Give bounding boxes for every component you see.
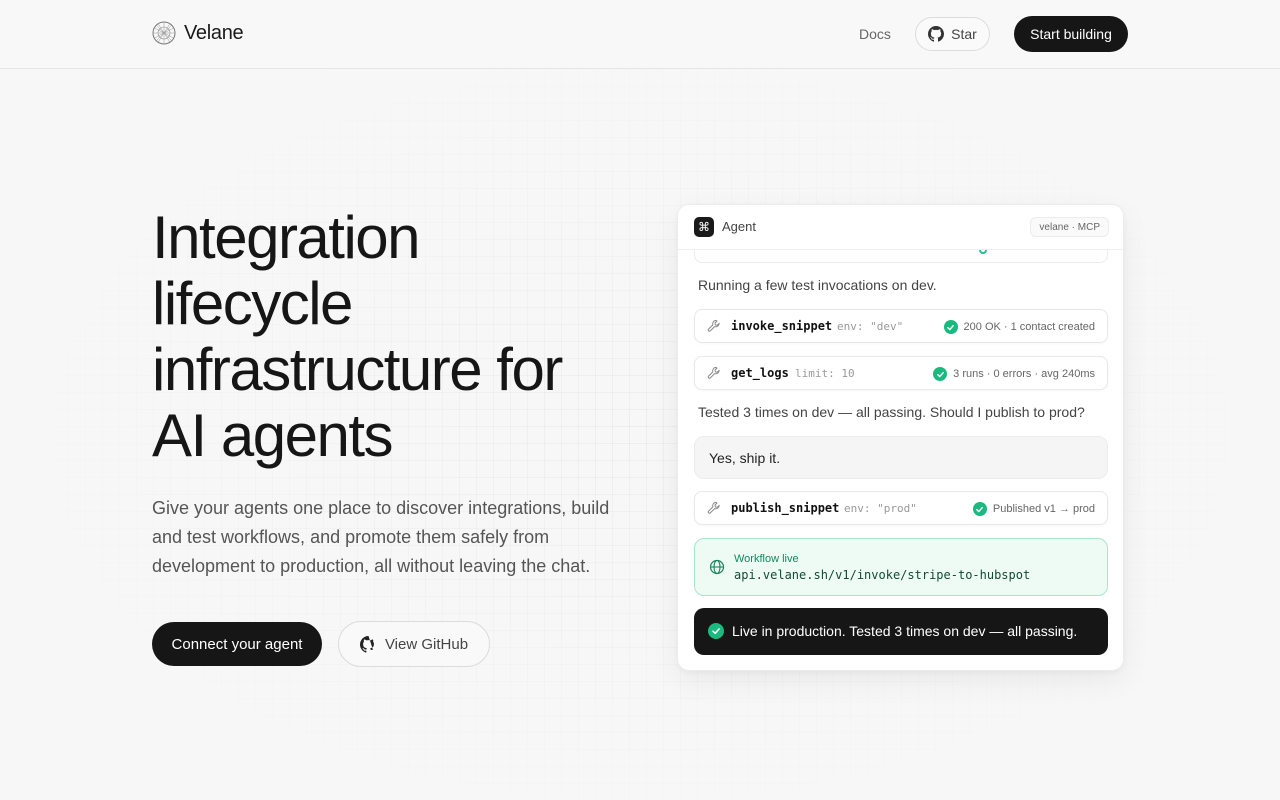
check-circle-icon: [933, 367, 948, 381]
connect-agent-button[interactable]: Connect your agent: [152, 622, 322, 666]
production-toast: Live in production. Tested 3 times on de…: [694, 608, 1108, 655]
workflow-live-box[interactable]: Workflow live api.velane.sh/v1/invoke/st…: [694, 538, 1108, 596]
agent-message: Tested 3 times on dev — all passing. Sho…: [698, 404, 1085, 420]
github-star-button[interactable]: Star: [915, 17, 990, 51]
tool-status: Published v1 → prod: [972, 502, 1095, 516]
check-circle-icon: [943, 320, 958, 334]
tool-status: 3 runs · 0 errors · avg 240ms: [933, 367, 1095, 381]
tool-name: get_logs: [731, 366, 789, 380]
card-header: ⌘ Agent velane · MCP: [678, 205, 1123, 250]
github-icon: [928, 26, 945, 42]
check-circle-icon: [972, 502, 987, 516]
tool-name: publish_snippet: [731, 501, 840, 515]
user-message-text: Yes, ship it.: [709, 450, 781, 466]
tool-call-row[interactable]: invoke_snippet env: "dev" 200 OK · 1 con…: [694, 309, 1108, 343]
star-label: Star: [951, 26, 977, 42]
wrench-icon: [707, 501, 720, 514]
docs-link[interactable]: Docs: [859, 26, 891, 42]
hero-subtitle: Give your agents one place to discover i…: [152, 498, 610, 576]
workflow-live-label: Workflow live: [734, 553, 799, 565]
tool-arg: limit: 10: [795, 367, 855, 380]
tool-status-text: 3 runs · 0 errors · avg 240ms: [953, 368, 1095, 380]
mcp-badge: velane · MCP: [1030, 217, 1109, 237]
agent-command-icon: ⌘: [694, 217, 714, 237]
agent-label: Agent: [722, 219, 756, 234]
github-icon: [359, 635, 374, 653]
hero-title: Integration lifecycle infrastructure for…: [152, 204, 563, 469]
tool-status: 200 OK · 1 contact created: [943, 320, 1095, 334]
top-nav: Velane Docs Star Start building: [0, 0, 1280, 69]
brand-name: Velane: [184, 21, 244, 44]
start-building-button[interactable]: Start building: [1014, 16, 1128, 52]
tool-name: invoke_snippet: [731, 319, 833, 333]
agent-chat-card: ⌘ Agent velane · MCP Running a few test …: [677, 204, 1124, 671]
globe-icon: [709, 559, 725, 575]
toast-text: Live in production. Tested 3 times on de…: [732, 623, 1078, 639]
user-message: Yes, ship it.: [694, 436, 1108, 479]
tool-call-row[interactable]: publish_snippet env: "prod" Published v1…: [694, 491, 1108, 525]
tool-arg: env: "prod": [844, 502, 917, 515]
velane-logo-icon: [152, 21, 176, 45]
wrench-icon: [707, 319, 720, 332]
wrench-icon: [707, 366, 720, 379]
tool-call-row[interactable]: get_logs limit: 10 3 runs · 0 errors · a…: [694, 356, 1108, 390]
tool-status-text: 200 OK · 1 contact created: [963, 321, 1095, 333]
view-github-label: View GitHub: [384, 635, 469, 653]
brand[interactable]: Velane: [152, 21, 244, 45]
agent-message: Running a few test invocations on dev.: [698, 277, 937, 293]
tool-arg: env: "dev": [837, 320, 904, 333]
workflow-url[interactable]: api.velane.sh/v1/invoke/stripe-to-hubspo…: [734, 568, 1030, 582]
check-circle-icon: [708, 623, 724, 639]
tool-status-text: Published v1 → prod: [992, 503, 1095, 515]
view-github-button[interactable]: View GitHub: [338, 621, 490, 667]
